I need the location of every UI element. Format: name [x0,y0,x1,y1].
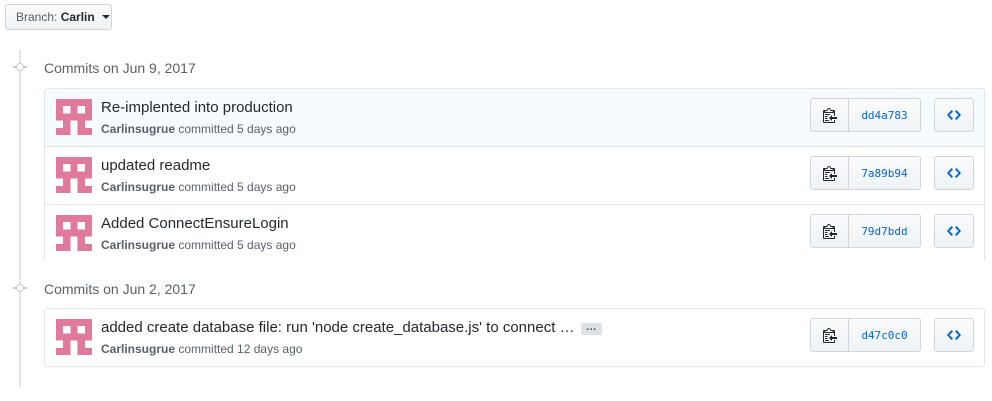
code-icon [947,226,961,236]
commit-list: added create database file: run 'node cr… [44,308,985,367]
caret-down-icon [102,15,111,19]
commit-meta: Carlinsugrue committed 5 days ago [101,122,296,136]
commit-time: committed 5 days ago [178,180,296,194]
commit-sha-link[interactable]: 7a89b94 [849,156,921,190]
commit-meta: Carlinsugrue committed 5 days ago [101,180,296,194]
commit-author-link[interactable]: Carlinsugrue [101,122,175,136]
branch-name: Carlin [60,10,95,24]
commit-meta: Carlinsugrue committed 5 days ago [101,238,296,252]
commit-time: committed 5 days ago [178,122,296,136]
identicon-avatar[interactable] [56,99,92,135]
clippy-icon [822,224,837,239]
commit-row: Re-implented into production Carlinsugru… [45,89,984,146]
branch-label: Branch: [16,10,58,24]
timeline-line [19,50,21,387]
identicon-avatar[interactable] [56,157,92,193]
commit-title-link[interactable]: Re-implented into production [101,99,293,116]
copy-sha-button[interactable] [810,156,849,190]
sha-button-group: d47c0c0 [810,318,921,352]
code-icon [947,168,961,178]
commit-sha-link[interactable]: dd4a783 [849,98,921,132]
identicon-avatar[interactable] [56,215,92,251]
commit-author-link[interactable]: Carlinsugrue [101,238,175,252]
expand-message-button[interactable]: … [580,322,602,335]
copy-sha-button[interactable] [810,318,849,352]
clippy-icon [822,328,837,343]
commit-title-link[interactable]: updated readme [101,157,210,174]
commit-time: committed 5 days ago [178,238,296,252]
browse-repo-button[interactable] [934,214,974,248]
commit-list: Re-implented into production Carlinsugru… [44,88,985,262]
commit-title-link[interactable]: added create database file: run 'node cr… [101,319,575,336]
commit-meta: Carlinsugrue committed 12 days ago [101,342,302,356]
commit-group-node-icon [13,284,27,292]
code-icon [947,330,961,340]
commit-row: added create database file: run 'node cr… [45,309,984,366]
commit-sha-link[interactable]: d47c0c0 [849,318,921,352]
browse-repo-button[interactable] [934,98,974,132]
branch-selector-button[interactable]: Branch: Carlin [5,4,112,30]
browse-repo-button[interactable] [934,318,974,352]
commit-title-link[interactable]: Added ConnectEnsureLogin [101,215,289,232]
commit-group-title: Commits on Jun 2, 2017 [44,281,196,297]
commit-sha-link[interactable]: 79d7bdd [849,214,921,248]
sha-button-group: 79d7bdd [810,214,921,248]
commit-row: Added ConnectEnsureLogin Carlinsugrue co… [45,204,984,262]
code-icon [947,110,961,120]
sha-button-group: dd4a783 [810,98,921,132]
commit-row: updated readme Carlinsugrue committed 5 … [45,146,984,204]
clippy-icon [822,166,837,181]
sha-button-group: 7a89b94 [810,156,921,190]
copy-sha-button[interactable] [810,214,849,248]
browse-repo-button[interactable] [934,156,974,190]
copy-sha-button[interactable] [810,98,849,132]
commit-title-container: added create database file: run 'node cr… [101,319,602,336]
identicon-avatar[interactable] [56,319,92,355]
commit-group-node-icon [13,63,27,71]
commit-author-link[interactable]: Carlinsugrue [101,342,175,356]
commit-time: committed 12 days ago [178,342,303,356]
commit-group-title: Commits on Jun 9, 2017 [44,60,196,76]
clippy-icon [822,108,837,123]
commit-author-link[interactable]: Carlinsugrue [101,180,175,194]
